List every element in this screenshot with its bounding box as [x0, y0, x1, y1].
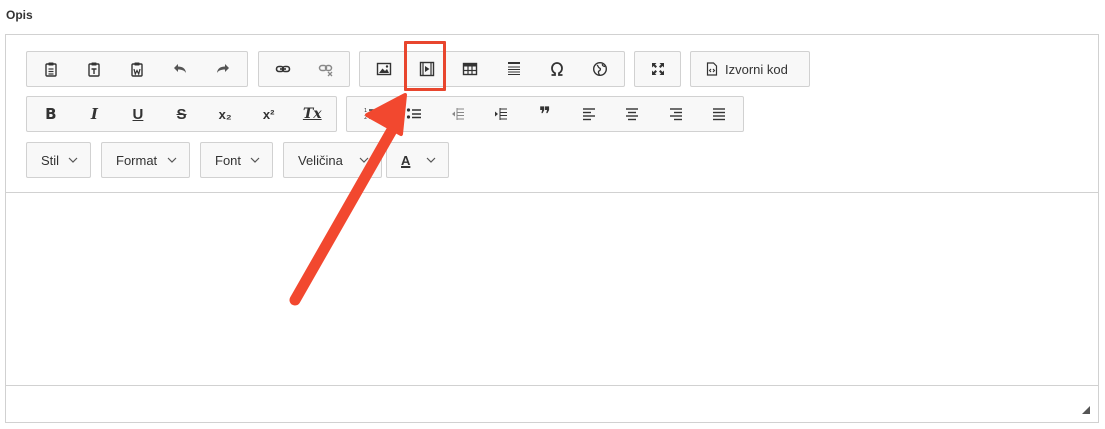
numbered-list-icon: 1 2 — [364, 108, 378, 121]
italic-icon: I — [90, 105, 98, 123]
source-group: Izvorni kod — [690, 51, 810, 87]
strike-button[interactable]: S — [160, 97, 204, 131]
justify-icon — [713, 108, 726, 121]
align-center-icon — [626, 108, 639, 121]
redo-button[interactable] — [202, 52, 245, 86]
source-button-label: Izvorni kod — [725, 61, 788, 77]
size-dropdown-label: Veličina — [298, 152, 343, 168]
svg-text:1: 1 — [364, 108, 367, 114]
chevron-down-icon — [68, 157, 78, 163]
remove-format-button[interactable]: Tx — [290, 97, 334, 131]
superscript-icon: x² — [262, 106, 275, 122]
maximize-group — [634, 51, 681, 87]
undo-button[interactable] — [159, 52, 202, 86]
chevron-down-icon — [250, 157, 260, 163]
source-code-icon — [706, 62, 718, 76]
table-icon — [463, 62, 478, 76]
link-button[interactable] — [261, 52, 304, 86]
numbered-list-button[interactable]: 1 2 — [349, 97, 393, 131]
superscript-button[interactable]: x² — [247, 97, 291, 131]
chevron-down-icon — [426, 157, 436, 163]
resize-handle-icon[interactable] — [1082, 406, 1090, 414]
horizontal-line-icon — [507, 62, 520, 75]
iframe-button[interactable] — [579, 52, 622, 86]
subscript-icon: x₂ — [218, 106, 232, 122]
text-color-dropdown[interactable]: A — [386, 142, 449, 178]
editor-content-area[interactable] — [6, 193, 1098, 386]
paste-text-icon — [88, 62, 100, 77]
maximize-button[interactable] — [637, 52, 678, 86]
maximize-icon — [651, 63, 664, 75]
paste-word-icon — [131, 62, 143, 77]
underline-button[interactable]: U — [116, 97, 160, 131]
style-dropdown-label: Stil — [41, 152, 60, 168]
font-dropdown-label: Font — [215, 152, 242, 168]
editor-toolbar: Izvorni kod B I U S x₂ x² Tx 1 2 ❞ Stil … — [6, 35, 1098, 193]
blockquote-icon: ❞ — [539, 103, 551, 126]
align-center-button[interactable] — [610, 97, 654, 131]
indent-button[interactable] — [480, 97, 524, 131]
image-icon — [376, 62, 391, 76]
clipboard-group — [26, 51, 248, 87]
format-dropdown[interactable]: Format — [101, 142, 190, 178]
indent-icon — [495, 108, 508, 120]
size-dropdown[interactable]: Veličina — [283, 142, 382, 178]
justify-button[interactable] — [698, 97, 742, 131]
insert-group — [359, 51, 625, 87]
paste-icon — [44, 62, 57, 77]
paste-button[interactable] — [29, 52, 72, 86]
table-button[interactable] — [449, 52, 492, 86]
remove-format-icon: Tx — [302, 106, 322, 122]
editor-status-bar — [6, 387, 1098, 422]
subscript-button[interactable]: x₂ — [203, 97, 247, 131]
image-button[interactable] — [362, 52, 405, 86]
chevron-down-icon — [167, 157, 177, 163]
strike-icon: S — [176, 105, 187, 123]
link-icon — [275, 65, 290, 73]
paste-text-button[interactable] — [72, 52, 115, 86]
style-dropdown[interactable]: Stil — [26, 142, 91, 178]
video-button[interactable] — [405, 52, 448, 86]
align-left-icon — [582, 108, 595, 121]
blockquote-button[interactable]: ❞ — [523, 97, 567, 131]
field-label: Opis — [6, 8, 33, 22]
bold-icon: B — [45, 105, 57, 123]
undo-icon — [174, 64, 187, 73]
outdent-icon — [451, 108, 464, 120]
unlink-icon — [318, 64, 332, 77]
unlink-button[interactable] — [304, 52, 347, 86]
font-dropdown[interactable]: Font — [200, 142, 273, 178]
italic-button[interactable]: I — [73, 97, 117, 131]
align-right-icon — [669, 108, 682, 121]
links-group — [258, 51, 350, 87]
bold-button[interactable]: B — [29, 97, 73, 131]
special-char-button[interactable] — [535, 52, 578, 86]
outdent-button[interactable] — [436, 97, 480, 131]
basic-styles-group: B I U S x₂ x² Tx — [26, 96, 337, 132]
chevron-down-icon — [359, 157, 369, 163]
horizontal-line-button[interactable] — [492, 52, 535, 86]
video-icon — [419, 61, 435, 77]
bulleted-list-icon — [407, 108, 422, 119]
align-right-button[interactable] — [654, 97, 698, 131]
text-color-icon: A — [401, 152, 411, 168]
underline-icon: U — [132, 105, 144, 123]
iframe-globe-icon — [593, 61, 608, 77]
source-button[interactable]: Izvorni kod — [691, 52, 802, 86]
paste-word-button[interactable] — [115, 52, 158, 86]
align-left-button[interactable] — [567, 97, 611, 131]
paragraph-group: 1 2 ❞ — [346, 96, 744, 132]
redo-icon — [217, 64, 230, 73]
special-char-icon — [551, 62, 563, 76]
rich-text-editor: Izvorni kod B I U S x₂ x² Tx 1 2 ❞ Stil … — [5, 34, 1099, 423]
format-dropdown-label: Format — [116, 152, 158, 168]
bulleted-list-button[interactable] — [393, 97, 437, 131]
svg-text:2: 2 — [364, 115, 367, 121]
